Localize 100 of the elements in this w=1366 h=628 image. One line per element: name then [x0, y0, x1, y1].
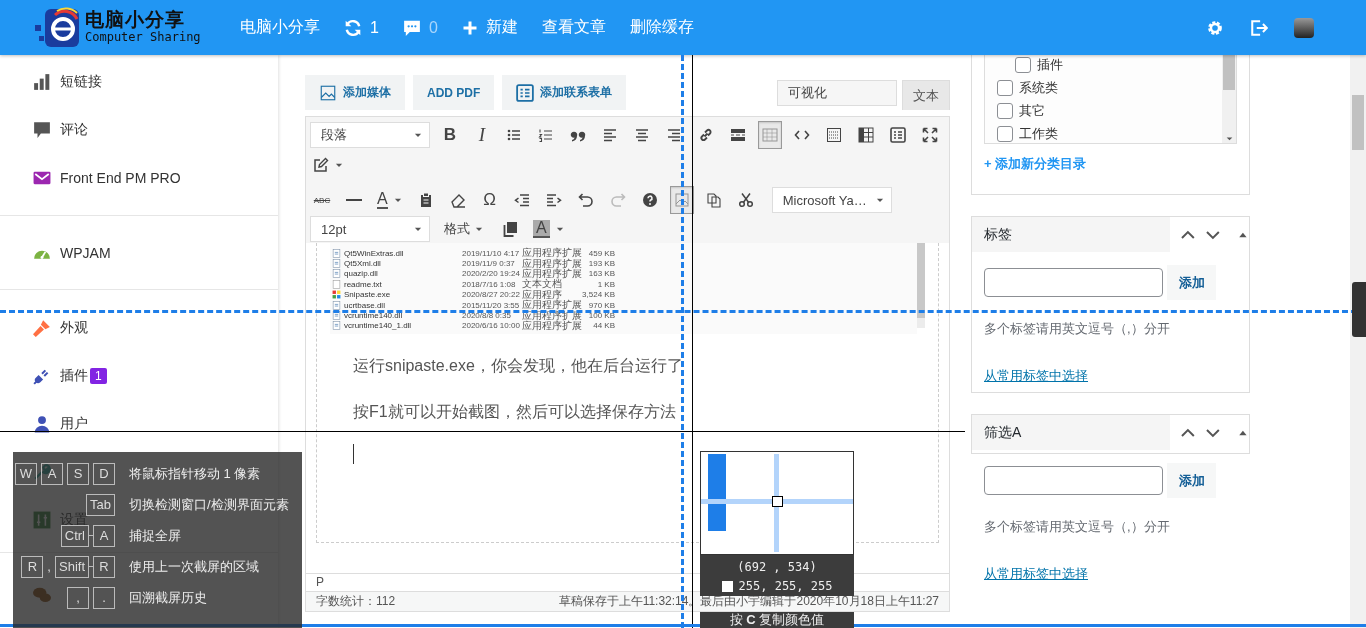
- plus-icon: [461, 19, 478, 36]
- numbered-list-icon: [538, 127, 554, 143]
- editor-tab[interactable]: 文本: [902, 80, 950, 110]
- media-button[interactable]: 添加媒体: [305, 75, 405, 110]
- table-columns-icon: [858, 127, 874, 143]
- tag-input[interactable]: [984, 466, 1163, 495]
- paragraph: 运行snipaste.exe，你会发现，他在后台运行了: [353, 356, 684, 377]
- editor-tab[interactable]: 可视化: [777, 80, 897, 106]
- keyboard-key: R: [93, 555, 115, 578]
- tag-input[interactable]: [984, 268, 1163, 297]
- copy-icon: [705, 192, 722, 208]
- undo-icon: [577, 192, 594, 208]
- form-icon: [890, 127, 906, 143]
- keyboard-key: D: [93, 462, 115, 485]
- page-scrollbar[interactable]: [1350, 55, 1366, 628]
- panel-title: 标签: [984, 225, 1012, 244]
- key-separator: ,: [47, 559, 51, 574]
- scrollbar[interactable]: [917, 243, 925, 328]
- file-size: 44 KB: [592, 321, 615, 331]
- speech-bubble-icon: [33, 121, 51, 139]
- choose-tags-link[interactable]: 从常用标签中选择: [984, 565, 1088, 583]
- refresh-icon: [344, 18, 362, 37]
- format-button[interactable]: Ω: [477, 186, 502, 214]
- keyboard-key: A: [41, 462, 63, 485]
- image-icon: [319, 83, 337, 102]
- keyboard-key: Tab: [86, 493, 115, 516]
- file-name: ucrtbase.dll: [344, 300, 386, 310]
- envelope-icon: [33, 169, 51, 187]
- choose-tags-link[interactable]: 从常用标签中选择: [984, 367, 1088, 385]
- file-date: 2020/8/27 20:22: [462, 290, 521, 300]
- checkbox[interactable]: [997, 79, 1013, 96]
- file-name: Qt5Xml.dll: [344, 259, 382, 269]
- format-button[interactable]: I: [470, 121, 494, 149]
- sidebar-item[interactable]: WPJAM: [60, 245, 111, 261]
- keyboard-key: Ctrl: [60, 524, 89, 547]
- sidebar-item[interactable]: 用户: [60, 415, 88, 433]
- keyboard-key: W: [15, 462, 37, 485]
- gear-icon[interactable]: [1206, 18, 1224, 37]
- sidebar-item[interactable]: 外观: [60, 319, 88, 337]
- file-date: 2020/2/20 19:24: [462, 269, 521, 279]
- sidebar-item[interactable]: 评论: [60, 121, 88, 139]
- text-cursor: [353, 444, 354, 465]
- format-button[interactable]: ABC: [310, 186, 334, 214]
- add-tag-button[interactable]: 添加: [1167, 265, 1216, 300]
- format-button[interactable]: A: [374, 186, 406, 214]
- grid-icon: [826, 127, 842, 143]
- file-date: 2015/11/20 3:55: [462, 300, 521, 310]
- category-label: 工作类: [1019, 124, 1058, 143]
- bar-chart-icon: [33, 73, 51, 91]
- link-icon: [698, 127, 714, 143]
- comment-icon: [402, 18, 421, 37]
- add-tag-button[interactable]: 添加: [1167, 463, 1216, 498]
- keyboard-key: S: [67, 462, 89, 485]
- format-menu[interactable]: 格式: [438, 215, 490, 243]
- file-type: 应用程序扩展: [522, 320, 582, 331]
- pencil-icon: [313, 157, 329, 173]
- category-label: 其它: [1019, 101, 1045, 120]
- media-button[interactable]: ADD PDF: [413, 75, 495, 110]
- person-icon: [33, 415, 51, 433]
- toolbar-select[interactable]: Microsoft Ya…: [771, 187, 892, 213]
- category-label: 系统类: [1019, 78, 1058, 97]
- file-type: 应用程序扩展: [522, 258, 582, 269]
- copy-color-hint: 按 C 复制颜色值: [700, 612, 854, 628]
- keyboard-key: Shift: [55, 555, 89, 578]
- hint-text: 多个标签请用英文逗号（,）分开: [984, 518, 1171, 536]
- element-path: P: [316, 575, 324, 589]
- file-date: 2019/11/10 4:17: [462, 248, 521, 258]
- toolbar-select[interactable]: 12pt: [310, 216, 430, 242]
- file-date: 2019/11/9 0:37: [462, 259, 516, 269]
- shortcut-description: 切换检测窗口/检测界面元素: [129, 495, 289, 514]
- format-button[interactable]: B: [438, 121, 462, 149]
- avatar[interactable]: [1294, 17, 1314, 38]
- logout-icon[interactable]: [1250, 18, 1268, 37]
- fullscreen-icon: [922, 127, 938, 143]
- file-name: Qt5WinExtras.dll: [344, 248, 405, 258]
- align-right-icon: [666, 127, 682, 143]
- more-tag-icon: [730, 127, 746, 143]
- paragraph: 按F1就可以开始截图，然后可以选择保存方法: [353, 402, 677, 423]
- scrollbar[interactable]: [1222, 55, 1236, 143]
- sidebar-item[interactable]: 短链接: [60, 73, 102, 91]
- format-button[interactable]: A: [530, 215, 568, 243]
- file-name: vcruntime140_1.dll: [344, 321, 413, 331]
- sidebar-item[interactable]: Front End PM PRO: [60, 170, 181, 186]
- shortcut-description: 回溯截屏历史: [129, 588, 207, 607]
- sidebar-item[interactable]: 插件: [60, 367, 88, 385]
- file-size: 163 KB: [587, 269, 615, 279]
- media-button[interactable]: 添加联系表单: [502, 75, 627, 110]
- form-icon: [516, 83, 535, 102]
- toolbar-select[interactable]: 段落: [310, 122, 430, 148]
- image-icon: [673, 192, 690, 208]
- file-size: 3,524 KB: [582, 290, 615, 300]
- file-type: 应用程序扩展: [522, 300, 582, 311]
- checkbox[interactable]: [997, 125, 1013, 142]
- exe-file-icon: [332, 290, 341, 300]
- keyboard-key: .: [93, 586, 115, 609]
- file-date: 2018/7/16 1:08: [462, 279, 517, 289]
- keyboard-key: A: [93, 524, 115, 547]
- checkbox[interactable]: [1015, 56, 1031, 73]
- plug-icon: [33, 367, 51, 385]
- checkbox[interactable]: [997, 102, 1013, 119]
